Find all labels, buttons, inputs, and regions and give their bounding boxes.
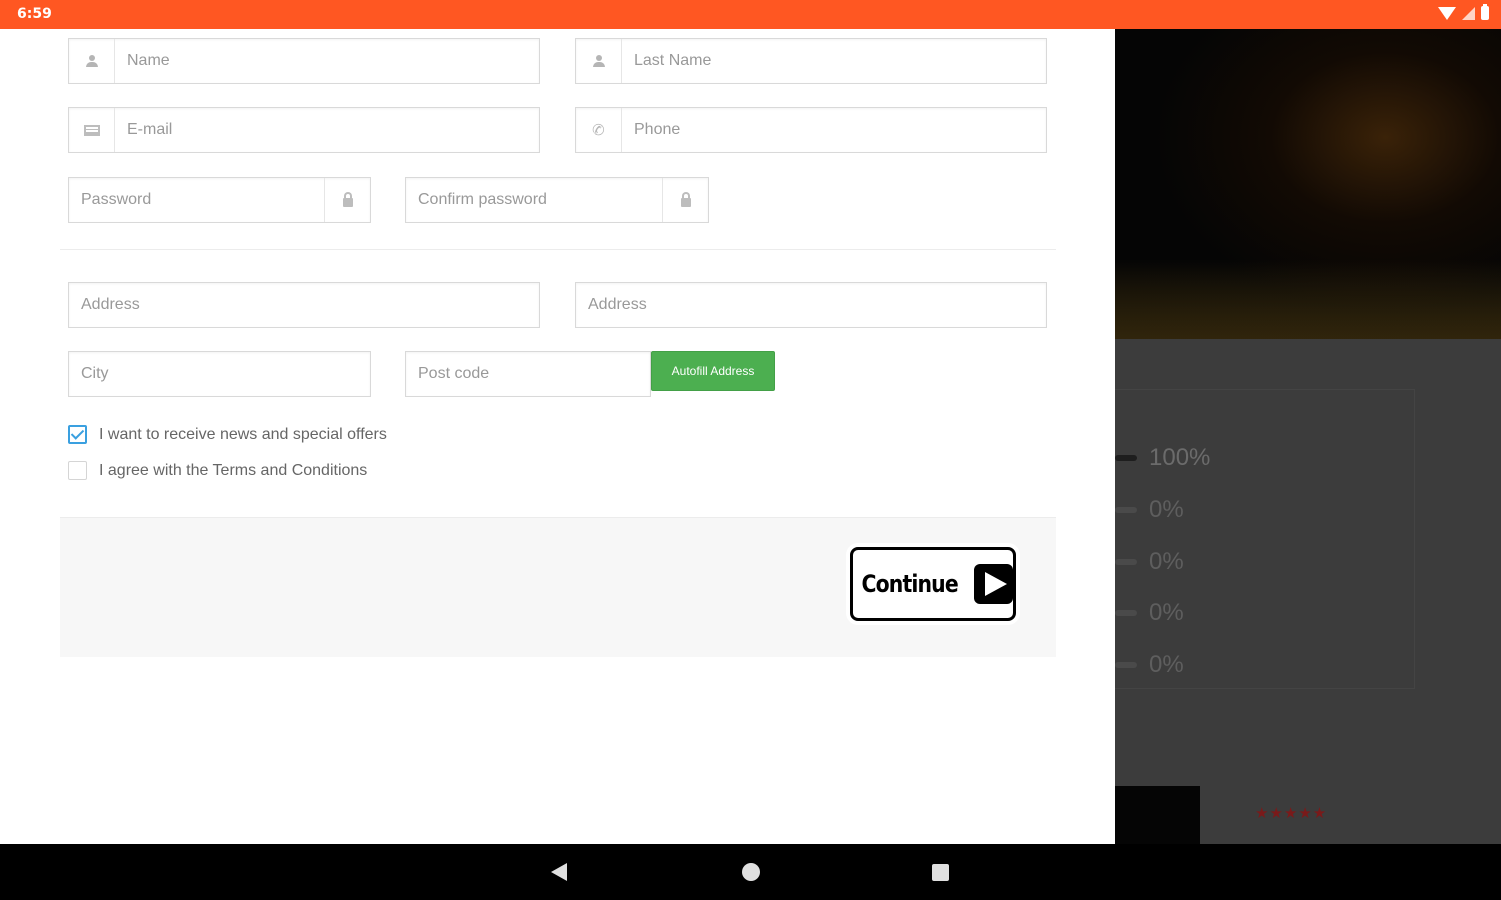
- rating-percent: 100%: [1149, 444, 1211, 471]
- user-icon: [592, 55, 605, 67]
- phone-icon: ✆: [590, 120, 607, 140]
- address-field-2: [575, 282, 1047, 328]
- background-hero-image: [1115, 29, 1501, 339]
- autofill-address-button[interactable]: Autofill Address: [651, 351, 775, 391]
- terms-checkbox-label: I agree with the Terms and Conditions: [99, 461, 368, 479]
- back-icon[interactable]: [551, 863, 567, 881]
- post-code-field: [405, 351, 651, 397]
- arrow-right-icon: [974, 564, 1013, 604]
- city-input[interactable]: [69, 352, 370, 396]
- mail-icon: [83, 124, 100, 136]
- section-divider: [60, 249, 1056, 250]
- rating-row: 0%: [1115, 651, 1184, 678]
- lock-icon: [342, 191, 353, 207]
- status-bar: 6:59: [0, 0, 1501, 29]
- rating-row: 0%: [1115, 548, 1184, 575]
- rating-bar: [1115, 507, 1137, 513]
- email-input[interactable]: [115, 108, 539, 152]
- password-input[interactable]: [69, 178, 324, 222]
- phone-addon: ✆: [576, 108, 622, 152]
- continue-label: Continue: [861, 570, 959, 598]
- status-icons: [1438, 4, 1489, 20]
- password-addon: [324, 178, 370, 222]
- navigation-bar: [0, 844, 1501, 900]
- home-icon[interactable]: [742, 863, 760, 881]
- wifi-icon: [1438, 6, 1456, 20]
- last-name-addon: [576, 39, 622, 83]
- registration-form: ✆ Autofill Address I want to receive new…: [0, 29, 1115, 844]
- last-name-input[interactable]: [622, 39, 1046, 83]
- rating-bar: [1115, 662, 1137, 668]
- rating-row: 100%: [1115, 444, 1211, 471]
- rating-bar: [1115, 455, 1137, 461]
- recents-icon[interactable]: [932, 864, 949, 881]
- confirm-password-addon: [662, 178, 708, 222]
- name-input[interactable]: [115, 39, 539, 83]
- status-time: 6:59: [17, 6, 52, 22]
- city-field: [68, 351, 371, 397]
- address-field-1: [68, 282, 540, 328]
- name-field: [68, 38, 540, 84]
- rating-breakdown: 100% 0% 0% 0% 0%: [1115, 389, 1415, 689]
- battery-icon: [1481, 4, 1489, 20]
- rating-bar: [1115, 559, 1137, 565]
- rating-row: 0%: [1115, 599, 1184, 626]
- rating-bar: [1115, 610, 1137, 616]
- confirm-password-field: [405, 177, 709, 223]
- rating-percent: 0%: [1149, 599, 1184, 626]
- address-input-1[interactable]: [69, 283, 539, 327]
- terms-checkbox-row: I agree with the Terms and Conditions: [68, 461, 367, 480]
- lock-icon: [680, 191, 691, 207]
- name-addon: [69, 39, 115, 83]
- background-bottom-block: [1115, 786, 1200, 844]
- rating-percent: 0%: [1149, 496, 1184, 523]
- confirm-password-input[interactable]: [406, 178, 662, 222]
- last-name-field: [575, 38, 1047, 84]
- user-icon: [85, 55, 98, 67]
- address-input-2[interactable]: [576, 283, 1046, 327]
- background-app: 100% 0% 0% 0% 0% ★★★★★: [1115, 29, 1501, 844]
- continue-button[interactable]: Continue: [850, 547, 1016, 621]
- rating-row: 0%: [1115, 496, 1184, 523]
- post-code-input[interactable]: [406, 352, 650, 396]
- password-field: [68, 177, 371, 223]
- news-checkbox[interactable]: [68, 425, 87, 444]
- phone-field: ✆: [575, 107, 1047, 153]
- news-checkbox-label: I want to receive news and special offer…: [99, 425, 387, 443]
- signal-icon: [1462, 6, 1475, 20]
- phone-input[interactable]: [622, 108, 1046, 152]
- email-field: [68, 107, 540, 153]
- email-addon: [69, 108, 115, 152]
- terms-checkbox[interactable]: [68, 461, 87, 480]
- rating-percent: 0%: [1149, 651, 1184, 678]
- news-checkbox-row: I want to receive news and special offer…: [68, 425, 387, 444]
- star-rating: ★★★★★: [1255, 804, 1328, 822]
- rating-percent: 0%: [1149, 548, 1184, 575]
